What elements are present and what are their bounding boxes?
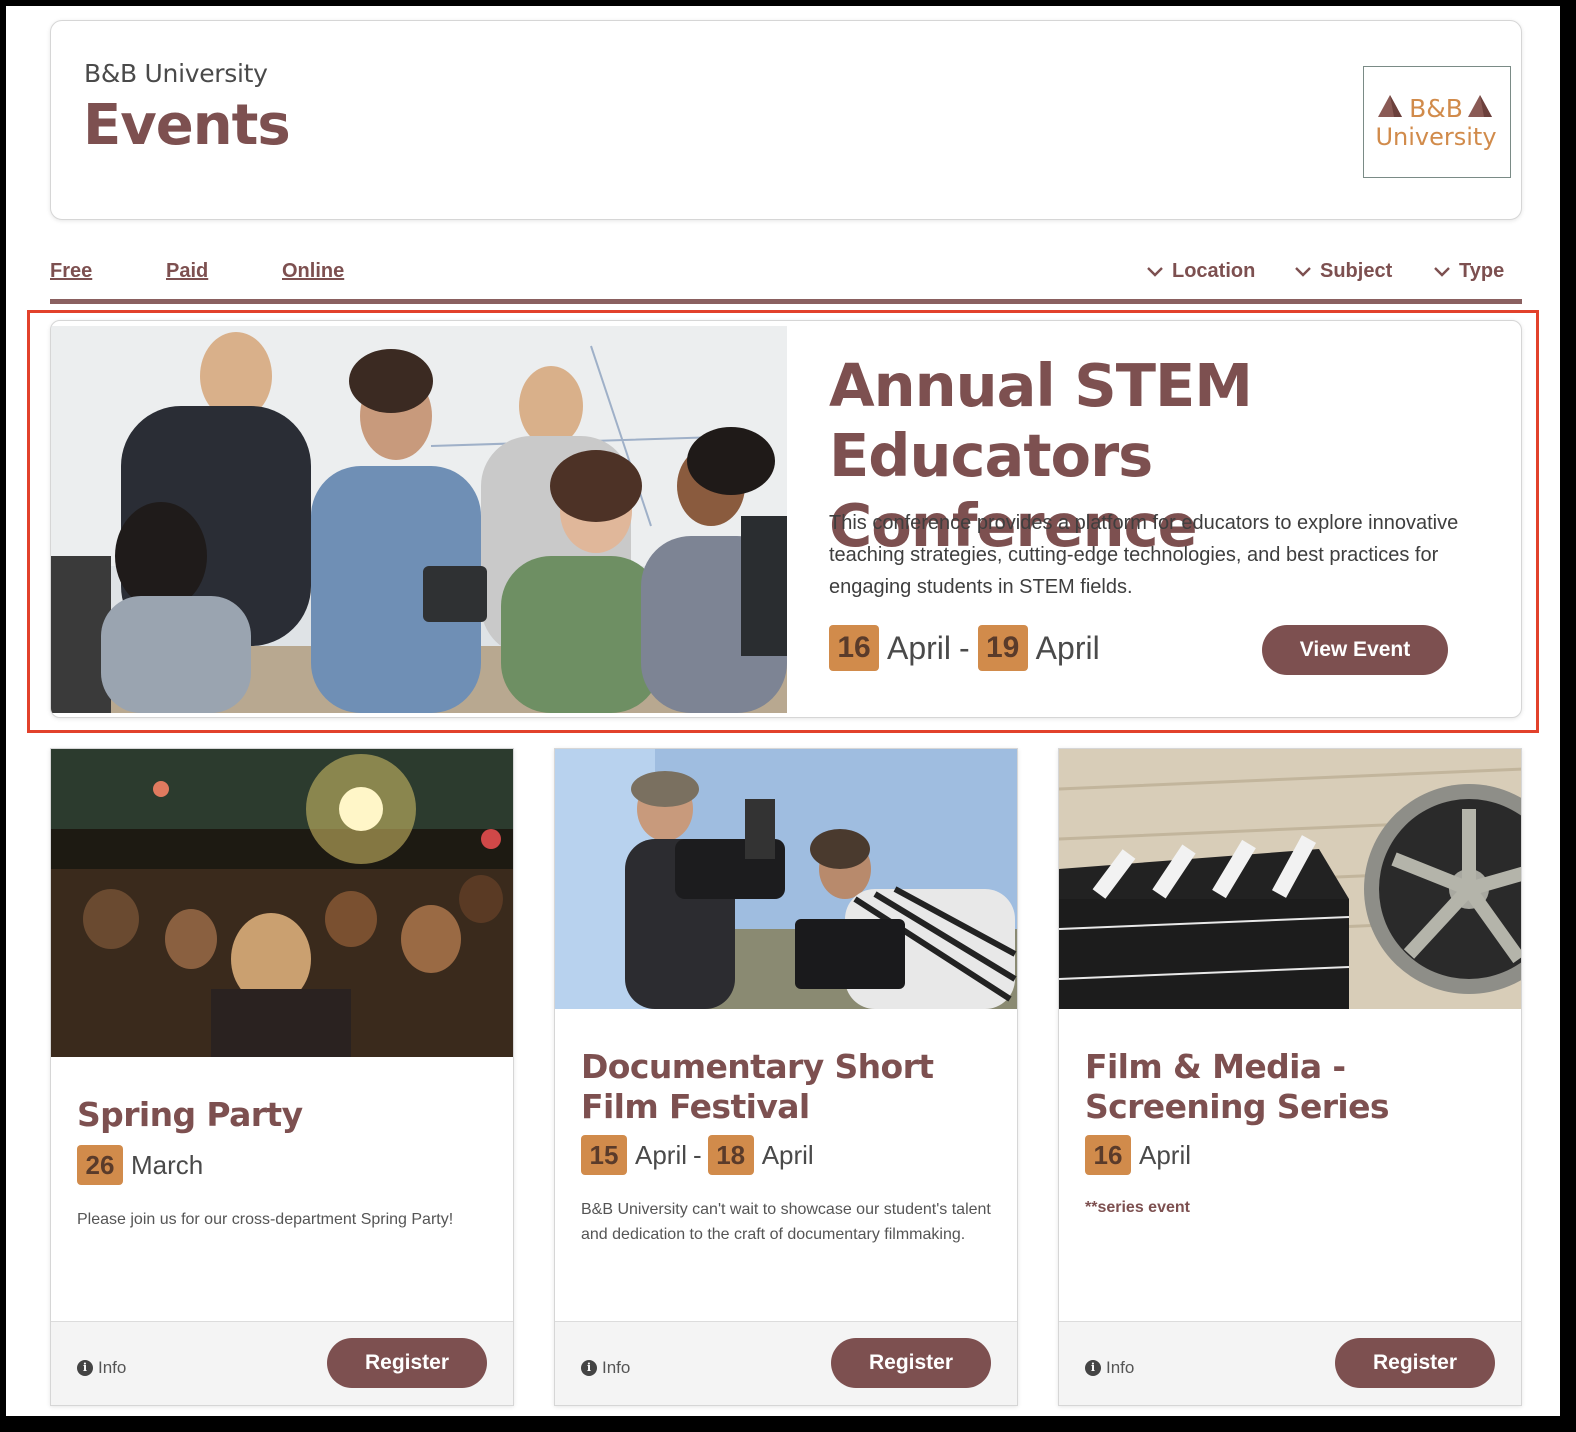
subject-dropdown-label: Subject bbox=[1320, 260, 1393, 282]
documentary-dates: 15 April - 18 April bbox=[581, 1135, 814, 1175]
date-separator: - bbox=[693, 1139, 702, 1170]
spring-party-description: Please join us for our cross-department … bbox=[77, 1211, 454, 1228]
featured-title-line1: Annual STEM bbox=[829, 351, 1253, 420]
register-button[interactable]: Register bbox=[831, 1338, 991, 1388]
register-button[interactable]: Register bbox=[1335, 1338, 1495, 1388]
start-month: April bbox=[887, 629, 952, 666]
logo-text-line2: University bbox=[1375, 123, 1496, 151]
page-title: Events bbox=[83, 93, 291, 158]
event-card-documentary-festival: Documentary Short Film Festival 15 April… bbox=[554, 748, 1018, 1406]
film-media-photo bbox=[1059, 749, 1521, 1009]
filter-free-link[interactable]: Free bbox=[50, 260, 92, 283]
featured-event-description: This conference provides a platform for … bbox=[829, 512, 1459, 598]
info-link[interactable]: i Info bbox=[1085, 1358, 1134, 1378]
view-event-button[interactable]: View Event bbox=[1262, 625, 1448, 675]
info-icon: i bbox=[77, 1360, 93, 1376]
end-month: April bbox=[1035, 629, 1100, 666]
card-footer: i Info Register bbox=[555, 1321, 1017, 1405]
logo-text-line1: B&B bbox=[1409, 94, 1463, 123]
spring-party-date: 26 March bbox=[77, 1145, 203, 1185]
event-card-spring-party: Spring Party 26 March Please join us for… bbox=[50, 748, 514, 1406]
info-link[interactable]: i Info bbox=[581, 1358, 630, 1378]
location-dropdown-label: Location bbox=[1172, 260, 1256, 282]
info-label: Info bbox=[1106, 1358, 1135, 1377]
spring-party-photo bbox=[51, 749, 513, 1057]
documentary-title[interactable]: Documentary Short Film Festival bbox=[581, 1047, 1001, 1127]
end-day-badge: 18 bbox=[707, 1135, 754, 1175]
location-dropdown[interactable]: Location bbox=[1146, 260, 1255, 283]
header-card: B&B University Events B&B University bbox=[50, 20, 1522, 220]
date-separator: - bbox=[959, 629, 970, 666]
featured-event-card: Annual STEM Educators Conference This co… bbox=[50, 320, 1522, 718]
filter-paid-link[interactable]: Paid bbox=[166, 260, 208, 283]
start-month: April bbox=[1139, 1139, 1192, 1170]
start-day-badge: 26 bbox=[77, 1145, 123, 1185]
start-day-badge: 15 bbox=[581, 1135, 627, 1175]
chevron-down-icon bbox=[1147, 266, 1163, 277]
series-event-note: **series event bbox=[1085, 1199, 1190, 1216]
info-link[interactable]: i Info bbox=[77, 1358, 126, 1378]
info-icon: i bbox=[1085, 1360, 1101, 1376]
register-button[interactable]: Register bbox=[327, 1338, 487, 1388]
spring-party-title[interactable]: Spring Party bbox=[77, 1095, 497, 1135]
start-day-badge: 16 bbox=[829, 625, 879, 671]
type-dropdown[interactable]: Type bbox=[1433, 260, 1504, 283]
events-page: B&B University Events B&B University Fre… bbox=[6, 6, 1560, 1416]
type-dropdown-label: Type bbox=[1459, 260, 1505, 282]
info-label: Info bbox=[602, 1358, 631, 1377]
start-month: March bbox=[131, 1149, 204, 1180]
featured-event-photo bbox=[51, 326, 787, 713]
info-label: Info bbox=[98, 1358, 127, 1377]
subject-dropdown[interactable]: Subject bbox=[1294, 260, 1392, 283]
chevron-down-icon bbox=[1434, 266, 1450, 277]
filter-bar: Free Paid Online Location Subject Type bbox=[50, 250, 1522, 304]
card-footer: i Info Register bbox=[1059, 1321, 1521, 1405]
university-name: B&B University bbox=[84, 59, 268, 88]
start-month: April bbox=[635, 1139, 688, 1170]
end-day-badge: 19 bbox=[977, 625, 1028, 671]
chevron-down-icon bbox=[1295, 266, 1311, 277]
end-month: April bbox=[761, 1139, 814, 1170]
start-day-badge: 16 bbox=[1085, 1135, 1131, 1175]
card-footer: i Info Register bbox=[51, 1321, 513, 1405]
film-media-date: 16 April bbox=[1085, 1135, 1191, 1175]
filter-online-link[interactable]: Online bbox=[282, 260, 344, 283]
event-card-film-media-series: Film & Media - Screening Series 16 April… bbox=[1058, 748, 1522, 1406]
film-media-title[interactable]: Film & Media - Screening Series bbox=[1085, 1047, 1505, 1127]
info-icon: i bbox=[581, 1360, 597, 1376]
featured-event-dates: 16 April - 19 April bbox=[829, 625, 1100, 671]
documentary-photo bbox=[555, 749, 1017, 1009]
documentary-description: B&B University can't wait to showcase ou… bbox=[581, 1201, 991, 1243]
university-logo[interactable]: B&B University bbox=[1363, 66, 1511, 178]
